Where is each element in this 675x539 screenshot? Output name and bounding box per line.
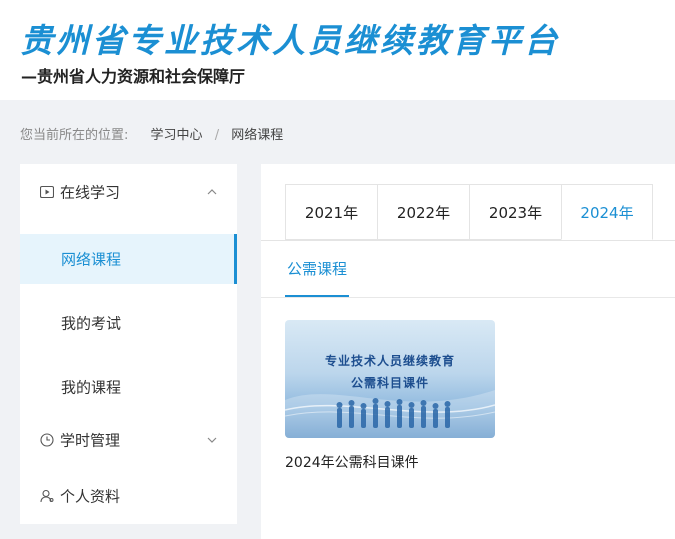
chevron-up-icon: [207, 189, 217, 195]
course-card[interactable]: 专业技术人员继续教育 公需科目课件 2024年公需科目课件: [285, 320, 495, 472]
course-title[interactable]: 2024年公需科目课件: [285, 452, 495, 472]
breadcrumb-online-courses: 网络课程: [231, 128, 284, 143]
sidebar-group-online-learning[interactable]: 在线学习: [20, 164, 237, 220]
sidebar-item-label: 网络课程: [61, 250, 122, 269]
sidebar-item-my-courses[interactable]: 我的课程: [20, 362, 237, 412]
video-icon: [40, 185, 54, 199]
breadcrumb-learning-center[interactable]: 学习中心: [151, 128, 203, 143]
sidebar-group-label: 个人资料: [60, 487, 121, 506]
tabs-divider: [261, 240, 675, 241]
tab-2021[interactable]: 2021年: [285, 184, 377, 240]
year-tabs: 2021年 2022年 2023年 2024年: [285, 184, 653, 240]
tab-2023[interactable]: 2023年: [469, 184, 561, 240]
sidebar-item-online-courses[interactable]: 网络课程: [20, 234, 237, 284]
course-thumbnail[interactable]: 专业技术人员继续教育 公需科目课件: [285, 320, 495, 438]
tab-public-courses[interactable]: 公需课程: [285, 258, 349, 296]
tab-2022[interactable]: 2022年: [377, 184, 469, 240]
sidebar-item-my-exams[interactable]: 我的考试: [20, 298, 237, 348]
sidebar-group-personal-info[interactable]: 个人资料: [20, 468, 237, 524]
site-header: 贵州省专业技术人员继续教育平台 —贵州省人力资源和社会保障厅: [0, 0, 675, 100]
clock-icon: [40, 433, 54, 447]
site-title: 贵州省专业技术人员继续教育平台: [20, 21, 560, 60]
user-icon: [40, 489, 54, 503]
sidebar-item-label: 我的课程: [61, 378, 122, 397]
site-subtitle: —贵州省人力资源和社会保障厅: [21, 67, 246, 86]
breadcrumb-separator: /: [214, 128, 220, 143]
tab-2024[interactable]: 2024年: [561, 184, 653, 240]
main-content: 2021年 2022年 2023年 2024年 公需课程 专业技术人员继续教育 …: [261, 164, 675, 539]
sidebar: 在线学习 网络课程 我的考试 我的课程 学时管理 个人资料: [20, 164, 237, 524]
subtabs-divider: [261, 297, 675, 298]
sidebar-group-label: 学时管理: [60, 431, 121, 450]
chevron-down-icon: [207, 437, 217, 443]
thumbnail-title: 专业技术人员继续教育: [324, 354, 455, 368]
sidebar-item-label: 我的考试: [61, 314, 122, 333]
sidebar-group-label: 在线学习: [60, 183, 121, 202]
sidebar-group-hours-management[interactable]: 学时管理: [20, 412, 237, 468]
breadcrumb: 您当前所在的位置: 学习中心 / 网络课程: [20, 124, 283, 143]
thumbnail-subtitle: 公需科目课件: [350, 376, 429, 390]
breadcrumb-prefix: 您当前所在的位置:: [20, 128, 129, 143]
